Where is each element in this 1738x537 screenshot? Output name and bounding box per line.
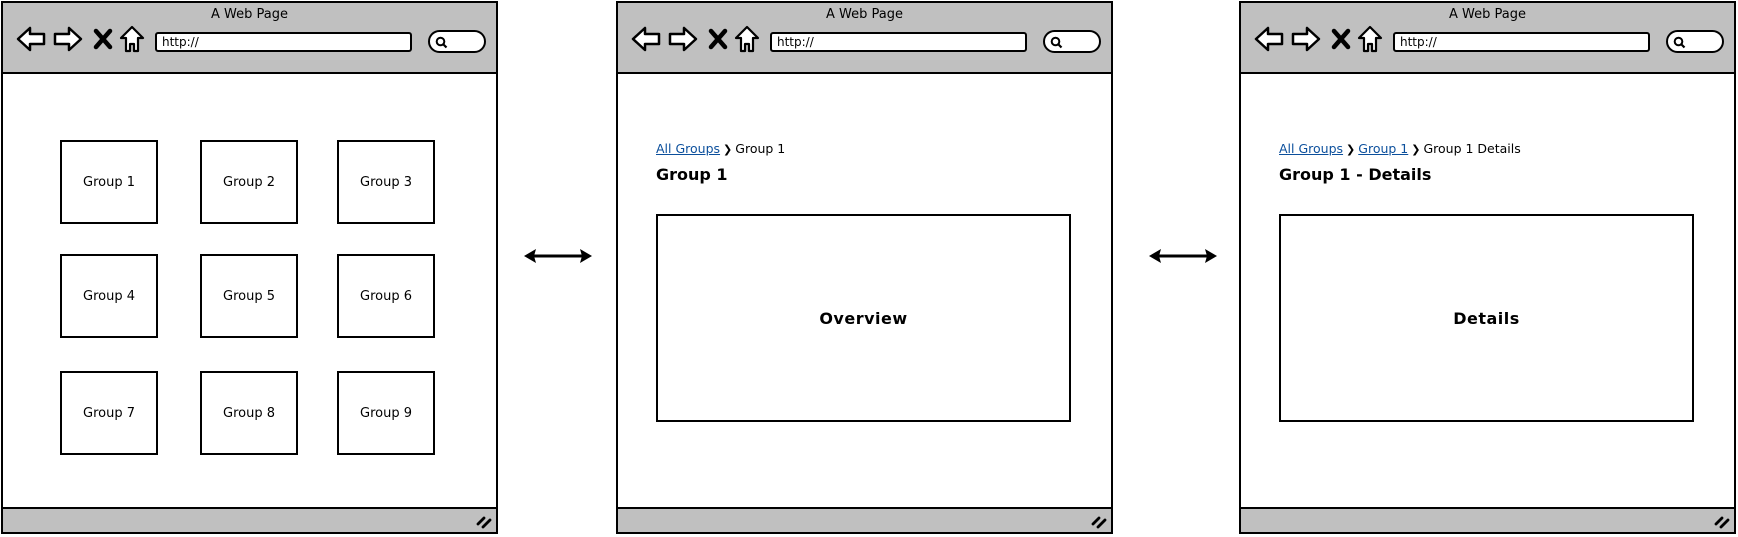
resize-grip-icon[interactable] bbox=[1091, 515, 1107, 529]
browser-window-group: A Web Page http:// All Groups ❯ Group 1 … bbox=[616, 1, 1113, 534]
page-content: Group 1 Group 2 Group 3 Group 4 Group 5 … bbox=[3, 74, 496, 507]
group-tile[interactable]: Group 9 bbox=[337, 371, 435, 455]
status-bar bbox=[3, 507, 496, 532]
breadcrumb-current: Group 1 bbox=[735, 141, 786, 156]
status-bar bbox=[1241, 507, 1734, 532]
bidirectional-arrow-icon bbox=[524, 249, 592, 263]
home-icon[interactable] bbox=[734, 25, 760, 53]
breadcrumb: All Groups ❯ Group 1 ❯ Group 1 Details bbox=[1279, 141, 1521, 156]
details-panel: Details bbox=[1279, 214, 1694, 422]
page-content: All Groups ❯ Group 1 ❯ Group 1 Details Group… bbox=[1241, 74, 1734, 507]
page-title: Group 1 bbox=[656, 165, 728, 184]
page-title: Group 1 - Details bbox=[1279, 165, 1432, 184]
bidirectional-arrow-icon bbox=[1149, 249, 1217, 263]
group-tile[interactable]: Group 2 bbox=[200, 140, 298, 224]
browser-window-all-groups: A Web Page http:// Group 1 Group 2 Group… bbox=[1, 1, 498, 534]
overview-panel: Overview bbox=[656, 214, 1071, 422]
breadcrumb-current: Group 1 Details bbox=[1423, 141, 1521, 156]
group-tile[interactable]: Group 8 bbox=[200, 371, 298, 455]
search-input[interactable] bbox=[1666, 30, 1724, 53]
group-tile[interactable]: Group 3 bbox=[337, 140, 435, 224]
group-tile[interactable]: Group 6 bbox=[337, 254, 435, 338]
chevron-right-icon: ❯ bbox=[1411, 143, 1421, 156]
browser-toolbar: A Web Page http:// bbox=[618, 3, 1111, 74]
url-input[interactable]: http:// bbox=[770, 32, 1027, 52]
back-arrow-icon[interactable] bbox=[16, 25, 46, 53]
breadcrumb: All Groups ❯ Group 1 bbox=[656, 141, 785, 156]
forward-arrow-icon[interactable] bbox=[53, 25, 83, 53]
home-icon[interactable] bbox=[1357, 25, 1383, 53]
forward-arrow-icon[interactable] bbox=[668, 25, 698, 53]
back-arrow-icon[interactable] bbox=[1254, 25, 1284, 53]
browser-toolbar: A Web Page http:// bbox=[3, 3, 496, 74]
search-input[interactable] bbox=[428, 30, 486, 53]
forward-arrow-icon[interactable] bbox=[1291, 25, 1321, 53]
stop-icon[interactable] bbox=[92, 25, 114, 53]
browser-toolbar: A Web Page http:// bbox=[1241, 3, 1734, 74]
window-title: A Web Page bbox=[1449, 7, 1526, 22]
search-icon bbox=[435, 36, 448, 49]
stop-icon[interactable] bbox=[1330, 25, 1352, 53]
window-title: A Web Page bbox=[826, 7, 903, 22]
chevron-right-icon: ❯ bbox=[1346, 143, 1356, 156]
group-tile[interactable]: Group 5 bbox=[200, 254, 298, 338]
panel-label: Overview bbox=[819, 308, 908, 328]
browser-window-group-details: A Web Page http:// All Groups ❯ Group 1 … bbox=[1239, 1, 1736, 534]
stop-icon[interactable] bbox=[707, 25, 729, 53]
breadcrumb-link-all-groups[interactable]: All Groups bbox=[1279, 141, 1343, 156]
resize-grip-icon[interactable] bbox=[1714, 515, 1730, 529]
url-input[interactable]: http:// bbox=[1393, 32, 1650, 52]
url-input[interactable]: http:// bbox=[155, 32, 412, 52]
window-title: A Web Page bbox=[211, 7, 288, 22]
back-arrow-icon[interactable] bbox=[631, 25, 661, 53]
page-content: All Groups ❯ Group 1 Group 1 Overview bbox=[618, 74, 1111, 507]
resize-grip-icon[interactable] bbox=[476, 515, 492, 529]
chevron-right-icon: ❯ bbox=[723, 143, 733, 156]
breadcrumb-link-all-groups[interactable]: All Groups bbox=[656, 141, 720, 156]
search-icon bbox=[1673, 36, 1686, 49]
group-tile[interactable]: Group 4 bbox=[60, 254, 158, 338]
home-icon[interactable] bbox=[119, 25, 145, 53]
status-bar bbox=[618, 507, 1111, 532]
panel-label: Details bbox=[1453, 308, 1520, 328]
search-icon bbox=[1050, 36, 1063, 49]
group-tile[interactable]: Group 1 bbox=[60, 140, 158, 224]
breadcrumb-link-group[interactable]: Group 1 bbox=[1358, 141, 1408, 156]
search-input[interactable] bbox=[1043, 30, 1101, 53]
group-tile[interactable]: Group 7 bbox=[60, 371, 158, 455]
